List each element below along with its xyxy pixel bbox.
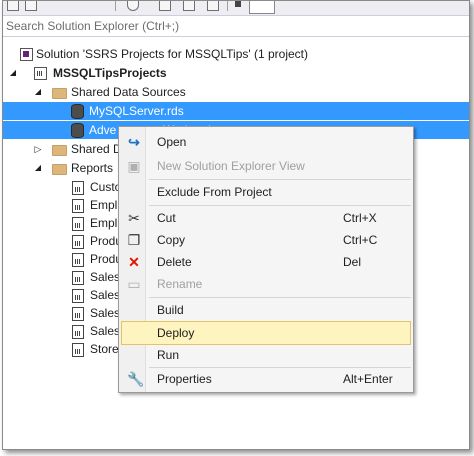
menu-separator [149, 297, 411, 298]
refresh-icon[interactable] [127, 1, 139, 11]
tree-item-label: Empl [90, 216, 118, 230]
menu-item-run[interactable]: Run [121, 344, 411, 366]
report-icon [72, 217, 84, 231]
menu-item-shortcut: Ctrl+C [343, 233, 378, 247]
menu-item-label: Exclude From Project [157, 185, 272, 199]
menu-item-shortcut: Alt+Enter [343, 372, 393, 386]
toolbar-icon[interactable] [7, 1, 19, 11]
menu-item-label: New Solution Explorer View [157, 159, 305, 173]
menu-item-rename[interactable]: ▭ Rename [121, 273, 411, 295]
tree-item-label: Store [90, 342, 119, 356]
open-arrow-icon: ↪ [128, 134, 140, 150]
toolbar-icon[interactable] [25, 1, 37, 11]
copy-icon: ❐ [127, 232, 141, 248]
report-icon [72, 271, 84, 285]
report-icon [72, 253, 84, 267]
expanded-arrow-icon[interactable]: ◢ [33, 83, 43, 101]
solution-explorer-window: Search Solution Explorer (Ctrl+;) Soluti… [2, 0, 470, 450]
tree-item-label: MySQLServer.rds [89, 104, 184, 118]
toolbar-separator [115, 1, 116, 11]
database-icon [71, 104, 84, 119]
menu-item-label: Run [157, 348, 180, 362]
context-menu: ↪ Open ▣ New Solution Explorer View Excl… [118, 126, 414, 393]
folder-icon [52, 164, 67, 175]
menu-separator [149, 205, 411, 206]
menu-item-build[interactable]: Build [121, 299, 411, 321]
tree-item-label: Reports [71, 161, 114, 175]
report-icon [72, 235, 84, 249]
toolbar-dropdown[interactable] [249, 1, 275, 14]
menu-item-label: Properties [157, 372, 212, 386]
expanded-arrow-icon[interactable]: ◢ [33, 159, 43, 177]
delete-x-icon: ✕ [128, 254, 140, 270]
search-input[interactable]: Search Solution Explorer (Ctrl+;) [3, 16, 469, 37]
scissors-icon: ✂ [128, 210, 140, 226]
folder-icon [52, 88, 67, 99]
new-view-icon: ▣ [127, 158, 141, 174]
menu-item-copy[interactable]: ❐ Copy Ctrl+C [121, 229, 411, 251]
tree-item-datasource[interactable]: MySQLServer.rds [3, 102, 469, 120]
search-placeholder: Search Solution Explorer (Ctrl+;) [6, 19, 180, 33]
report-project-icon [34, 67, 47, 80]
tree-item-label: Shared D [71, 142, 122, 156]
tree-item-solution[interactable]: Solution 'SSRS Projects for MSSQLTips' (… [3, 45, 469, 63]
tree-item-label: Custo [90, 180, 122, 194]
tree-item-project[interactable]: ◢ MSSQLTipsProjects [3, 64, 469, 82]
tree-item-label: Sales [90, 270, 121, 284]
menu-item-new-solution-explorer-view[interactable]: ▣ New Solution Explorer View [121, 155, 411, 177]
menu-item-properties[interactable]: 🔧 Properties Alt+Enter [121, 368, 411, 390]
tree-item-label: Solution 'SSRS Projects for MSSQLTips' (… [36, 47, 309, 61]
collapsed-arrow-icon[interactable]: ▷ [33, 140, 43, 158]
folder-icon [52, 145, 67, 156]
tree-item-shared-data-sources[interactable]: ◢ Shared Data Sources [3, 83, 469, 101]
menu-item-cut[interactable]: ✂ Cut Ctrl+X [121, 207, 411, 229]
toolbar-icon[interactable] [207, 1, 219, 11]
toolbar-icon[interactable] [183, 1, 195, 11]
report-icon [72, 289, 84, 303]
wrench-icon[interactable] [235, 1, 241, 7]
menu-item-label: Deploy [157, 326, 195, 340]
menu-item-deploy[interactable]: Deploy [121, 321, 411, 345]
tree-item-label: Sales [90, 288, 121, 302]
report-icon [72, 199, 84, 213]
menu-item-label: Copy [157, 233, 186, 247]
report-icon [72, 181, 84, 195]
report-icon [72, 307, 84, 321]
toolbar-separator [227, 1, 228, 11]
menu-item-label: Cut [157, 211, 176, 225]
menu-item-label: Open [157, 135, 187, 149]
menu-item-open[interactable]: ↪ Open [121, 131, 411, 153]
database-icon [71, 123, 84, 138]
rename-icon: ▭ [127, 276, 141, 292]
menu-item-delete[interactable]: ✕ Delete Del [121, 251, 411, 273]
report-icon [72, 343, 84, 357]
tree-item-label: MSSQLTipsProjects [53, 66, 167, 80]
menu-item-label: Rename [157, 277, 203, 291]
menu-item-shortcut: Del [343, 255, 362, 269]
menu-item-label: Build [157, 303, 184, 317]
menu-separator [149, 179, 411, 180]
toolbar-icon[interactable] [159, 1, 171, 11]
menu-item-shortcut: Ctrl+X [343, 211, 377, 225]
menu-item-exclude-from-project[interactable]: Exclude From Project [121, 181, 411, 203]
tree-item-label: Empl [90, 198, 118, 212]
solution-icon [20, 48, 33, 61]
toolbar [3, 1, 469, 16]
expanded-arrow-icon[interactable]: ◢ [8, 64, 18, 82]
report-icon [72, 325, 84, 339]
menu-item-label: Delete [157, 255, 192, 269]
wrench-icon: 🔧 [127, 371, 145, 387]
tree-item-label: Adve [89, 123, 117, 137]
tree-item-label: Shared Data Sources [71, 85, 186, 99]
